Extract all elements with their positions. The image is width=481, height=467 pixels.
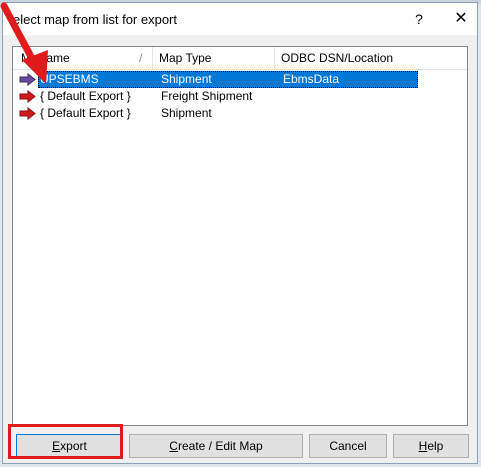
close-icon[interactable]: ✕ [450, 8, 472, 30]
map-list[interactable]: MaName / Map Type ODBC DSN/Location UPSE… [12, 46, 468, 426]
export-label-post: xport [60, 439, 87, 453]
title-bar: elect map from list for export ? ✕ [3, 3, 477, 35]
arrow-right-icon [19, 73, 37, 86]
row-map-type: Shipment [161, 106, 212, 120]
cancel-button[interactable]: Cancel [309, 434, 387, 458]
column-header-odbc-location[interactable]: ODBC DSN/Location [275, 47, 467, 69]
export-map-dialog: elect map from list for export ? ✕ MaNam… [2, 2, 478, 464]
row-map-name: { Default Export } [40, 106, 131, 120]
help-label-post: elp [427, 439, 444, 453]
dialog-title: elect map from list for export [13, 12, 177, 27]
create-edit-map-button[interactable]: Create / Edit Map [129, 434, 303, 458]
arrow-right-icon [19, 90, 37, 103]
help-button[interactable]: Help [393, 434, 469, 458]
column-sort-marker: / [139, 51, 143, 65]
list-row-default-export-shipment[interactable]: { Default Export } Shipment [13, 105, 467, 122]
create-label-post: reate / Edit Map [177, 439, 263, 453]
help-icon[interactable]: ? [408, 8, 430, 30]
column-header-map-name-label: Name [37, 51, 70, 65]
arrow-right-icon [19, 107, 37, 120]
create-mnemonic: C [169, 439, 178, 453]
export-mnemonic: E [52, 439, 61, 453]
row-map-name: UPSEBMS [40, 72, 99, 86]
row-map-name: { Default Export } [40, 89, 131, 103]
column-header-map-name-prefix: Ma [21, 51, 38, 65]
column-header-map-type[interactable]: Map Type [153, 47, 275, 69]
row-map-type: Freight Shipment [161, 89, 253, 103]
row-map-type: Shipment [161, 72, 212, 86]
list-row-upsebms[interactable]: UPSEBMS Shipment EbmsData [13, 71, 467, 88]
list-row-default-export-freight[interactable]: { Default Export } Freight Shipment [13, 88, 467, 105]
list-header: MaName / Map Type ODBC DSN/Location [13, 47, 467, 70]
export-button[interactable]: Export [16, 434, 123, 458]
column-header-map-name[interactable]: MaName / [13, 47, 153, 69]
row-location: EbmsData [283, 72, 340, 86]
